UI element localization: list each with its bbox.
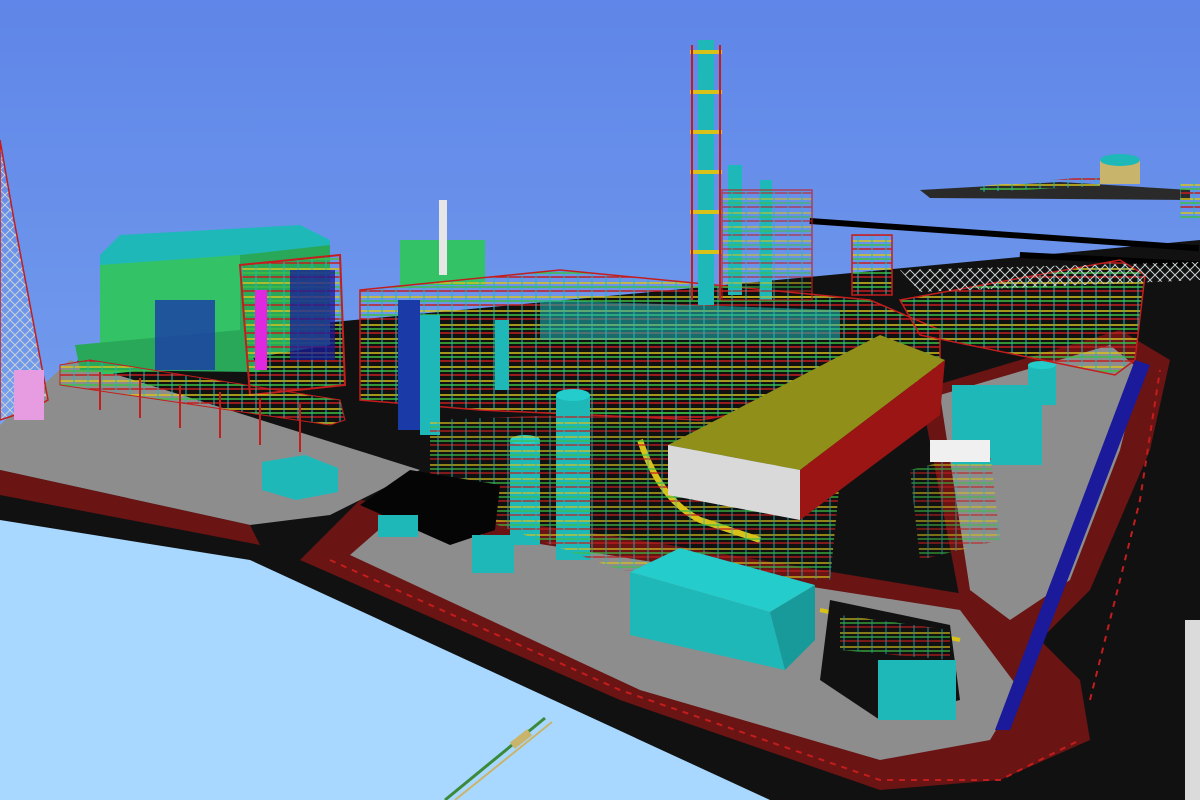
stack-chimney (439, 200, 447, 275)
cyan-box-small (472, 535, 514, 573)
plant-model-canvas (0, 0, 1200, 800)
blue-panels (155, 300, 215, 370)
column-frame (721, 189, 813, 301)
magenta-frame (255, 290, 267, 370)
tank-right (1028, 365, 1056, 405)
canopy-box (378, 515, 418, 537)
vessel-1 (420, 315, 440, 435)
edge-post (1185, 620, 1200, 800)
edge-structure (1180, 180, 1200, 220)
small-structure-right (851, 234, 893, 296)
blue-frame (290, 270, 335, 360)
white-skid (930, 440, 990, 462)
pink-tank (14, 370, 44, 420)
vessel-3 (495, 320, 509, 390)
vessel-2 (398, 300, 420, 430)
substation-box (878, 660, 956, 720)
distant-tank-top (1100, 154, 1140, 166)
plant-3d-viewport[interactable] (0, 0, 1200, 800)
vessel-5-top (556, 389, 590, 401)
